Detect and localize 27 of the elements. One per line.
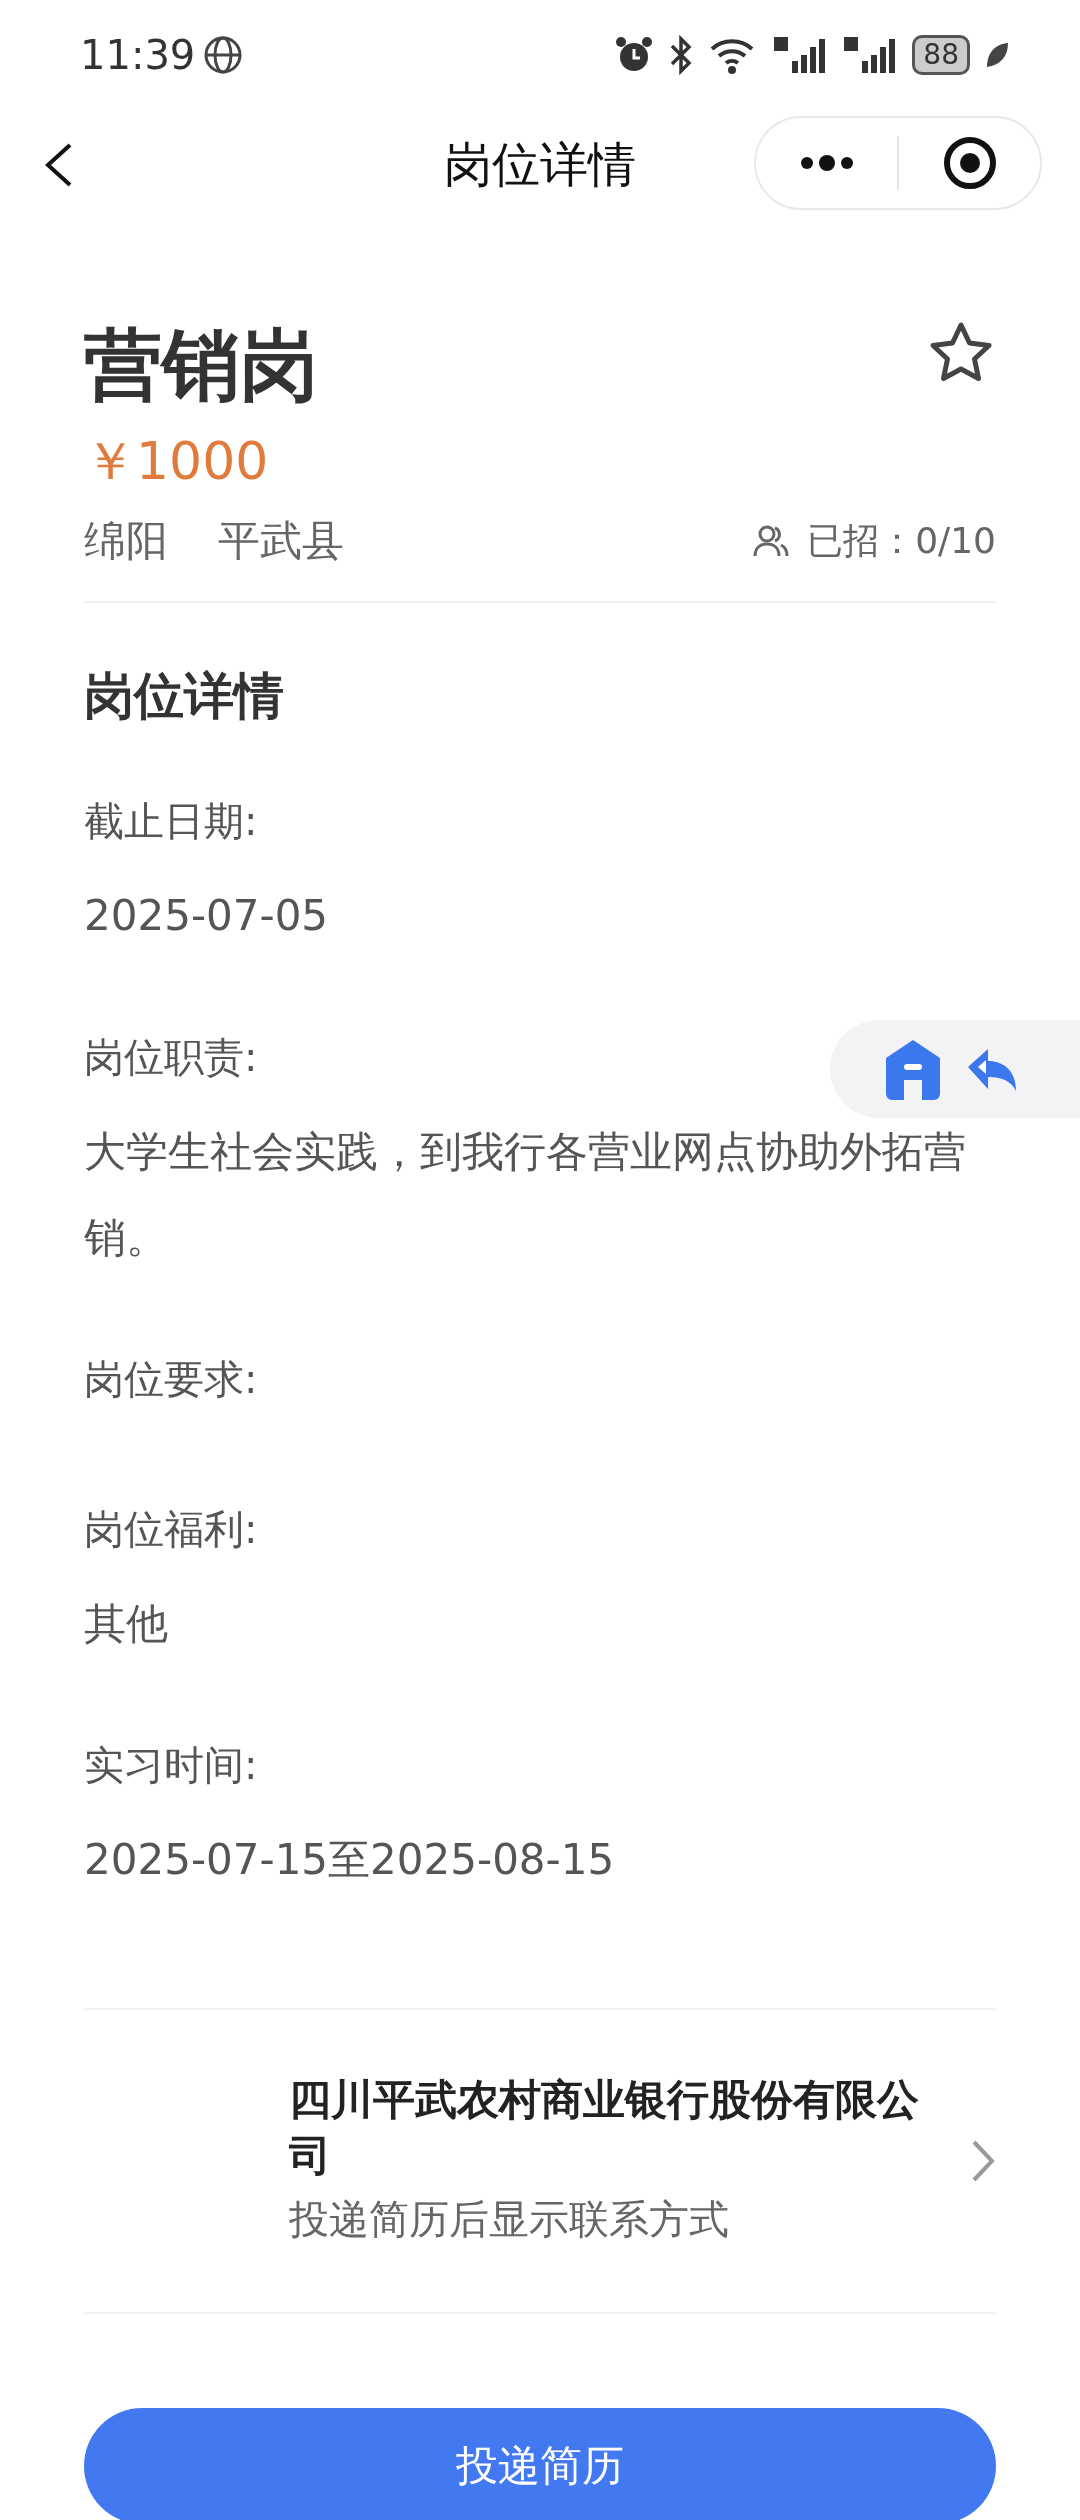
apply-button[interactable]: 投递简历 — [84, 2408, 996, 2520]
field-label: 实习时间: — [84, 1742, 258, 1788]
leaf-icon — [984, 40, 1010, 70]
salary: ￥1000 — [84, 431, 269, 491]
field-value: 2025-07-15至2025-08-15 — [84, 1834, 616, 1886]
chevron-icon — [970, 2138, 996, 2184]
field-label: 岗位要求: — [84, 1356, 258, 1402]
job-title: 营销岗 — [84, 319, 318, 412]
field-value: 2025-07-05 — [84, 890, 330, 942]
target-icon — [941, 135, 998, 191]
status-time: 11:39 — [80, 32, 196, 78]
recruited-count: 已招：0/10 — [807, 519, 996, 563]
field-value: 大学生社会实践，到我行各营业网点协助外拓营销。 — [84, 1126, 967, 1264]
company-name: 四川平武农村商业银行股份有限公司 — [289, 2074, 920, 2182]
contact-note: 投递简历后显示联系方式 — [289, 2195, 730, 2244]
city: 绵阳 — [84, 515, 168, 567]
district: 平武县 — [218, 515, 344, 567]
field-value: 其他 — [84, 1598, 169, 1650]
battery-level: 88 — [912, 35, 970, 75]
section-title: 岗位详情 — [84, 666, 285, 727]
field-label: 岗位职责: — [84, 1034, 258, 1080]
page-title: 岗位详情 — [444, 136, 636, 192]
field-label: 截止日期: — [84, 798, 258, 844]
globe-icon — [203, 35, 244, 75]
company-row[interactable]: 四川平武农村商业银行股份有限公司 投递简历后显示联系方式 — [84, 2010, 996, 2312]
field-label: 岗位福利: — [84, 1506, 258, 1552]
people-icon — [753, 524, 790, 558]
